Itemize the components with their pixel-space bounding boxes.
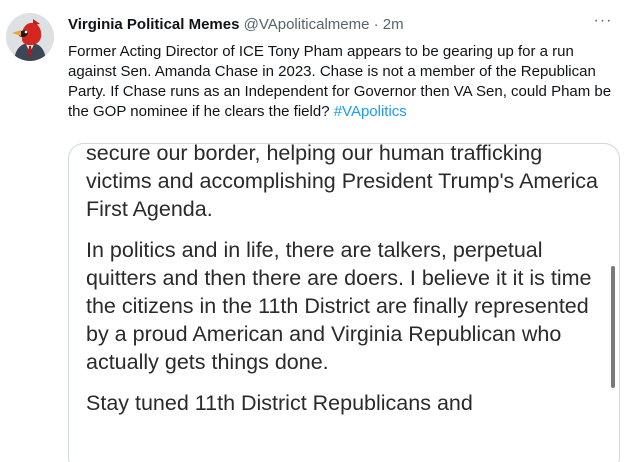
author-handle[interactable]: @VApoliticalmeme — [244, 16, 370, 33]
hashtag-link[interactable]: #VApolitics — [334, 103, 407, 120]
tweet-timestamp[interactable]: 2m — [383, 16, 404, 33]
statement-paragraph: Stay tuned 11th District Republicans and — [86, 391, 473, 415]
tweet: Virginia Political Memes @VApoliticalmem… — [0, 0, 628, 462]
tweet-text: Former Acting Director of ICE Tony Pham … — [68, 42, 616, 122]
statement-paragraph: secure our border, helping our human tra… — [86, 143, 598, 221]
more-icon[interactable]: ··· — [590, 13, 616, 34]
tweet-header: Virginia Political Memes @VApoliticalmem… — [68, 15, 404, 35]
statement-document: secure our border, helping our human tra… — [86, 143, 606, 430]
author-name[interactable]: Virginia Political Memes — [68, 16, 239, 33]
separator-dot: · — [373, 16, 379, 33]
scrollbar[interactable] — [611, 266, 615, 388]
statement-paragraph: In politics and in life, there are talke… — [86, 238, 592, 374]
avatar[interactable] — [6, 13, 54, 61]
cardinal-avatar-icon — [6, 13, 54, 61]
tweet-media-card[interactable]: secure our border, helping our human tra… — [68, 143, 620, 462]
